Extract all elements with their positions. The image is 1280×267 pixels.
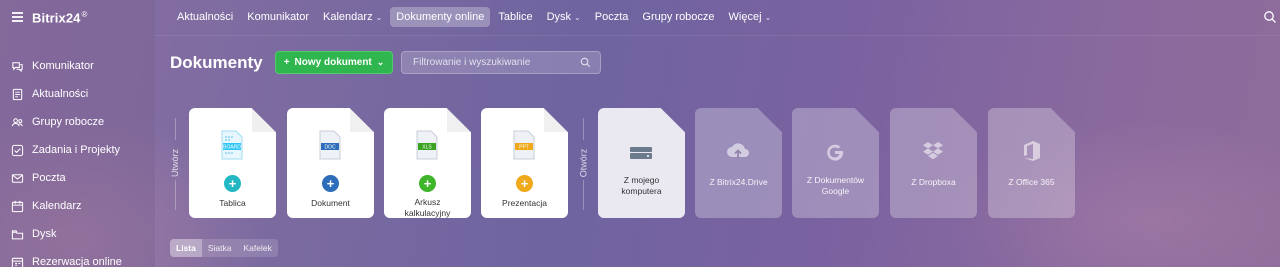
create-document-card[interactable]: DOC + Dokument	[287, 108, 374, 218]
ppt-tag: PPT	[519, 145, 529, 151]
sidebar-item-label: Kalendarz	[32, 200, 82, 212]
card-label: Z Bitrix24.Drive	[709, 177, 768, 187]
disk-icon	[10, 227, 24, 241]
chat-icon	[10, 59, 24, 73]
nav-items: Aktualności Komunikator Kalendarz ⌄ Dokum…	[171, 7, 779, 27]
chevron-down-icon: ⌄	[764, 13, 772, 22]
drive-icon	[630, 147, 652, 159]
create-board-card[interactable]: BOARD + Tablica	[189, 108, 276, 218]
sidebar-item-label: Grupy robocze	[32, 116, 105, 128]
view-list-button[interactable]: Lista	[170, 239, 202, 257]
sidebar-item-label: Komunikator	[32, 60, 94, 72]
xls-file-icon: XLS	[416, 130, 438, 160]
open-section-label: Otwórz	[578, 148, 589, 178]
sidebar-item-dysk[interactable]: Dysk	[0, 220, 155, 248]
sidebar-item-aktualnosci[interactable]: Aktualności	[0, 80, 155, 108]
google-icon	[827, 144, 844, 161]
groups-icon	[10, 115, 24, 129]
create-divider	[175, 180, 176, 210]
filter-search-box	[401, 51, 601, 74]
ppt-file-icon: PPT	[513, 130, 535, 160]
plus-icon: +	[283, 57, 290, 68]
xls-tag: XLS	[422, 145, 432, 151]
sidebar-list: Komunikator Aktualności Grupy robocze Za…	[0, 52, 155, 267]
sidebar-item-label: Dysk	[32, 228, 57, 240]
create-spreadsheet-card[interactable]: XLS + Arkusz kalkulacyjny	[384, 108, 471, 218]
office-icon	[1024, 141, 1040, 161]
card-label: Tablica	[219, 198, 246, 208]
top-navigation: Aktualności Komunikator Kalendarz ⌄ Dokum…	[155, 0, 1280, 36]
booking-icon	[10, 255, 24, 267]
view-grid-button[interactable]: Siatka	[202, 239, 238, 257]
cloud-upload-icon	[727, 143, 749, 158]
sidebar-item-kalendarz[interactable]: Kalendarz	[0, 192, 155, 220]
new-document-button[interactable]: + Nowy dokument ⌄	[275, 51, 393, 74]
create-presentation-card[interactable]: PPT + Prezentacja	[481, 108, 568, 218]
open-divider	[583, 180, 584, 210]
plus-icon: +	[224, 175, 241, 192]
dropbox-icon	[923, 142, 943, 160]
news-icon	[10, 87, 24, 101]
sidebar-item-grupy-robocze[interactable]: Grupy robocze	[0, 108, 155, 136]
mail-icon	[10, 171, 24, 185]
nav-poczta[interactable]: Poczta	[589, 7, 635, 27]
open-from-bitrix-drive-card[interactable]: Z Bitrix24.Drive	[695, 108, 782, 218]
logo-row: Bitrix24®	[0, 0, 155, 36]
sidebar-item-poczta[interactable]: Poczta	[0, 164, 155, 192]
nav-wiecej[interactable]: Więcej ⌄	[723, 7, 778, 27]
create-divider	[175, 118, 176, 140]
nav-grupy-robocze[interactable]: Grupy robocze	[636, 7, 720, 27]
calendar-icon	[10, 199, 24, 213]
plus-icon: +	[322, 175, 339, 192]
sidebar-item-label: Poczta	[32, 172, 66, 184]
card-label: Z Office 365	[1008, 177, 1055, 187]
create-section-label: Utwórz	[170, 148, 181, 178]
open-divider	[583, 118, 584, 140]
menu-icon[interactable]	[12, 12, 23, 22]
chevron-down-icon: ⌄	[375, 13, 383, 22]
sidebar: Bitrix24® Komunikator Aktualności Grupy …	[0, 0, 155, 267]
nav-dokumenty-online[interactable]: Dokumenty online	[390, 7, 491, 27]
card-label: Prezentacja	[502, 198, 547, 208]
view-tile-button[interactable]: Kafelek	[237, 239, 277, 257]
open-from-office365-card[interactable]: Z Office 365	[988, 108, 1075, 218]
card-label: Z Dropboxa	[911, 177, 956, 187]
open-from-dropbox-card[interactable]: Z Dropboxa	[890, 108, 977, 218]
plus-icon: +	[419, 175, 436, 192]
search-input[interactable]	[402, 52, 572, 73]
doc-tag: DOC	[324, 145, 336, 151]
page-title: Dokumenty	[170, 53, 263, 72]
nav-tablice[interactable]: Tablice	[492, 7, 538, 27]
nav-komunikator[interactable]: Komunikator	[241, 7, 315, 27]
board-tag: BOARD	[223, 145, 241, 151]
sidebar-item-rezerwacja[interactable]: Rezerwacja online	[0, 248, 155, 267]
sidebar-item-komunikator[interactable]: Komunikator	[0, 52, 155, 80]
search-icon[interactable]	[1263, 10, 1277, 24]
new-document-label: Nowy dokument	[294, 57, 372, 68]
card-label: Arkusz kalkulacyjny	[404, 197, 451, 218]
open-from-google-card[interactable]: Z Dokumentów Google	[792, 108, 879, 218]
sidebar-item-zadania[interactable]: Zadania i Projekty	[0, 136, 155, 164]
sidebar-item-label: Rezerwacja online	[32, 256, 122, 267]
sidebar-item-label: Zadania i Projekty	[32, 144, 121, 156]
nav-dysk[interactable]: Dysk ⌄	[541, 7, 587, 27]
search-icon[interactable]	[580, 57, 591, 68]
view-switcher: Lista Siatka Kafelek	[170, 239, 278, 257]
plus-icon: +	[516, 175, 533, 192]
app-logo[interactable]: Bitrix24®	[32, 10, 88, 25]
nav-kalendarz[interactable]: Kalendarz ⌄	[317, 7, 388, 27]
doc-file-icon: DOC	[319, 130, 341, 160]
card-label: Z mojego komputera	[621, 175, 662, 196]
card-label: Z Dokumentów Google	[806, 175, 865, 196]
nav-aktualnosci[interactable]: Aktualności	[171, 7, 239, 27]
chevron-down-icon: ⌄	[376, 57, 385, 67]
tasks-icon	[10, 143, 24, 157]
open-from-computer-card[interactable]: Z mojego komputera	[598, 108, 685, 218]
board-file-icon: BOARD	[221, 130, 243, 160]
card-label: Dokument	[311, 198, 350, 208]
sidebar-item-label: Aktualności	[32, 88, 89, 100]
chevron-down-icon: ⌄	[574, 13, 581, 22]
